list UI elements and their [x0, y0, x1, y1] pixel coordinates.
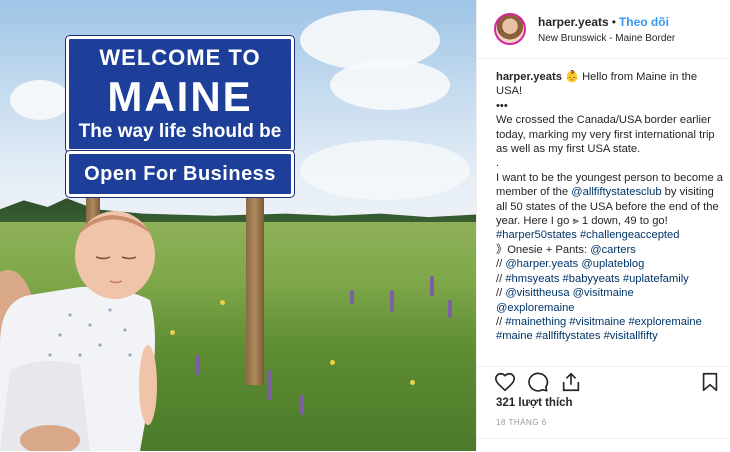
yellow-flower — [220, 300, 225, 305]
separator-dot: • — [611, 15, 616, 29]
business-sign: Open For Business — [66, 151, 294, 197]
caption-period: . — [496, 157, 500, 170]
location-link[interactable]: New Brunswick - Maine Border — [538, 33, 675, 44]
slash-prefix: // — [496, 272, 506, 285]
caption-paragraph-1: We crossed the Canada/USA border earlier… — [496, 114, 715, 156]
onesie-label: 》Onesie + Pants: — [496, 243, 591, 256]
share-icon[interactable] — [560, 371, 582, 393]
mentions-line-d[interactable]: @exploremaine — [496, 302, 575, 314]
bookmark-icon[interactable] — [699, 371, 721, 393]
lupine-flower — [448, 300, 452, 318]
allfiftystatesclub-link[interactable]: @allfiftystatesclub — [571, 186, 661, 198]
sign-line-2: MAINE — [107, 73, 253, 120]
avatar[interactable] — [494, 13, 526, 45]
mentions-line-c[interactable]: @visittheusa @visitmaine — [505, 287, 633, 299]
caption-dots: ••• — [496, 99, 508, 112]
sign-post-right — [246, 190, 264, 385]
yellow-flower — [170, 330, 175, 335]
caption: harper.yeats 👶 Hello from Maine in the U… — [496, 70, 724, 344]
post-side-panel: harper.yeats • Theo dõi New Brunswick - Ma… — [476, 0, 730, 451]
sign-line-3: The way life should be — [78, 121, 282, 142]
hashtags-line-b[interactable]: #hmsyeats #babyyeats #uplatefamily — [505, 273, 688, 285]
cloud — [330, 60, 450, 110]
carters-link[interactable]: @carters — [590, 244, 636, 256]
heart-icon[interactable] — [494, 371, 516, 393]
cloud — [300, 140, 470, 200]
lupine-flower — [196, 355, 200, 375]
hashtags-line-f[interactable]: #maine #allfiftystates #visitallfifty — [496, 330, 658, 342]
cloud — [10, 80, 70, 120]
post-header: harper.yeats • Theo dõi New Brunswick - Ma… — [477, 0, 730, 59]
post-photo[interactable]: WELCOME TO MAINE The way life should be … — [0, 0, 476, 451]
yellow-flower — [330, 360, 335, 365]
hashtags-line-e[interactable]: #mainething #visitmaine #exploremaine — [505, 316, 702, 328]
caption-username[interactable]: harper.yeats — [496, 71, 562, 83]
slash-prefix: // — [496, 258, 506, 271]
comment-area[interactable] — [477, 438, 730, 452]
lupine-flower — [390, 290, 394, 312]
follow-button[interactable]: Theo dõi — [619, 15, 669, 29]
sign-line-1: WELCOME TO — [99, 45, 261, 70]
baby-figure — [0, 211, 157, 451]
lupine-flower — [268, 370, 272, 400]
welcome-sign: WELCOME TO MAINE The way life should be — [66, 36, 294, 152]
slash-prefix: // — [496, 287, 506, 300]
action-bar — [477, 366, 730, 395]
yellow-flower — [410, 380, 415, 385]
lupine-flower — [300, 395, 304, 415]
lupine-flower — [430, 276, 434, 296]
lupine-flower — [350, 290, 354, 304]
header-line: harper.yeats • Theo dõi — [538, 15, 669, 29]
instagram-post: WELCOME TO MAINE The way life should be … — [0, 0, 730, 451]
sign-sub-text: Open For Business — [84, 163, 276, 185]
hashtags-challenge[interactable]: #harper50states #challengeaccepted — [496, 229, 680, 241]
header-username[interactable]: harper.yeats — [538, 15, 609, 29]
likes-count[interactable]: 321 lượt thích — [496, 397, 573, 409]
slash-prefix: // — [496, 315, 506, 328]
mentions-line-a[interactable]: @harper.yeats @uplateblog — [505, 258, 644, 270]
post-date[interactable]: 18 THÁNG 6 — [496, 418, 547, 427]
comment-icon[interactable] — [527, 371, 549, 393]
